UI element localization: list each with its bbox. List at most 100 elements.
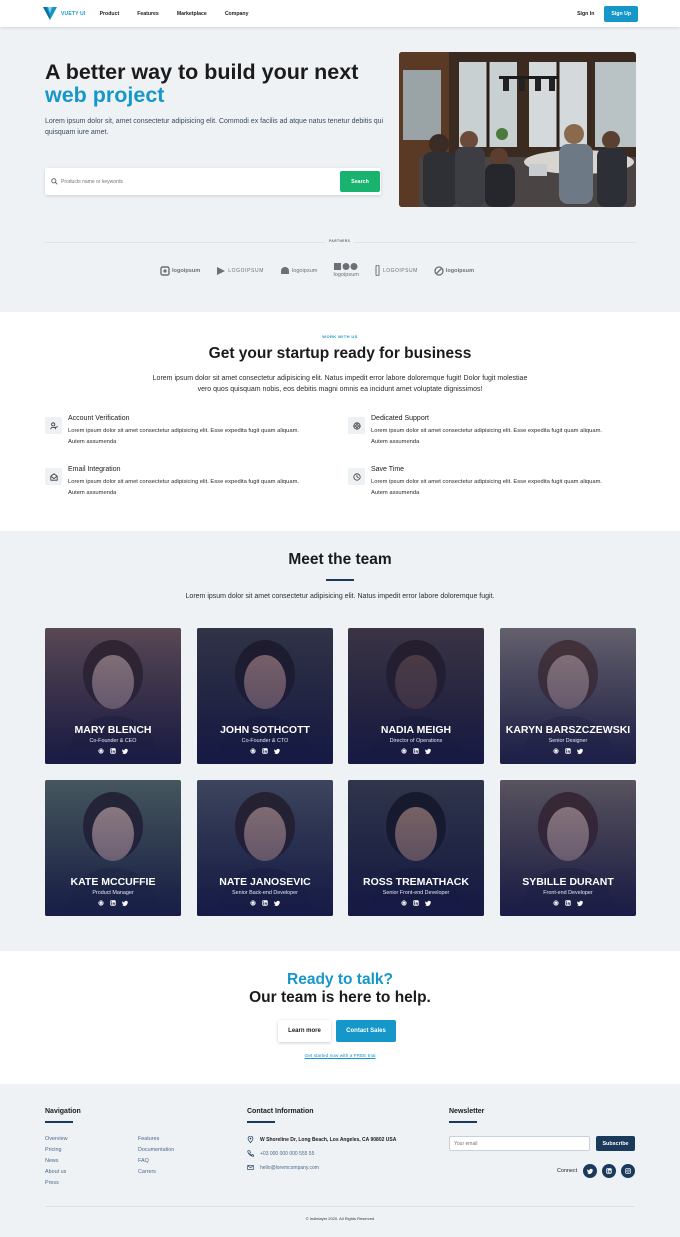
- partner-logo-6: logoipsum: [434, 265, 474, 276]
- footer-link-faq[interactable]: FAQ: [138, 1158, 174, 1164]
- github-icon[interactable]: [250, 900, 256, 906]
- team-member-social: [45, 900, 181, 906]
- triangle-logo-icon: [217, 266, 226, 275]
- twitter-icon: [587, 1168, 593, 1174]
- hero-office-photo: [399, 52, 636, 207]
- feature-desc: Lorem ipsum dolor sit amet consectetur a…: [371, 428, 603, 445]
- support-icon: [348, 417, 365, 434]
- linkedin-icon[interactable]: [565, 900, 571, 906]
- partners-label: PARTNERS: [325, 239, 355, 243]
- team-member-role: Senior Designer: [548, 738, 588, 744]
- team-member-role: Director of Operations: [389, 738, 443, 744]
- linkedin-icon[interactable]: [262, 900, 268, 906]
- github-icon[interactable]: [553, 900, 559, 906]
- nav-item-company[interactable]: Company: [225, 11, 249, 17]
- footer-link-documentation[interactable]: Documentation: [138, 1147, 174, 1153]
- github-icon[interactable]: [98, 900, 104, 906]
- partner-logo-4: logoipsum: [333, 263, 359, 278]
- twitter-icon[interactable]: [122, 900, 128, 906]
- linkedin-icon[interactable]: [565, 748, 571, 754]
- footer-link-pricing[interactable]: Pricing: [45, 1147, 67, 1153]
- search-button[interactable]: Search: [340, 171, 380, 192]
- team-member-info: NATE JANOSEVIC Senior Back-end Developer: [197, 876, 333, 906]
- footer-email[interactable]: hello@loremcompany.com: [247, 1164, 319, 1171]
- instagram-icon: [625, 1168, 631, 1174]
- twitter-icon[interactable]: [122, 748, 128, 754]
- newsletter-email-input[interactable]: [449, 1136, 590, 1151]
- footer-phone[interactable]: +03 000 000 000 555 55: [247, 1150, 314, 1157]
- blocks-logo-icon: [334, 263, 358, 270]
- hero-description: Lorem ipsum dolor sit, amet consectetur …: [45, 118, 384, 136]
- team-title-underline: [326, 579, 354, 581]
- github-icon[interactable]: [553, 748, 559, 754]
- twitter-icon[interactable]: [577, 900, 583, 906]
- nav-item-marketplace[interactable]: Marketplace: [177, 11, 207, 17]
- footer-link-news[interactable]: News: [45, 1158, 67, 1164]
- brand-name: VUETY UI: [61, 10, 86, 17]
- footer-link-features[interactable]: Features: [138, 1136, 174, 1142]
- github-icon[interactable]: [250, 748, 256, 754]
- learn-more-button[interactable]: Learn more: [278, 1020, 331, 1042]
- subscribe-button[interactable]: Subscribe: [596, 1136, 635, 1151]
- partner-logo-1: logoipsum: [160, 265, 200, 276]
- team-member-role: Front-end Developer: [543, 890, 593, 896]
- twitter-icon[interactable]: [425, 900, 431, 906]
- footer-link-overview[interactable]: Overview: [45, 1136, 67, 1142]
- twitter-icon[interactable]: [274, 748, 280, 754]
- github-icon[interactable]: [401, 900, 407, 906]
- nav-item-features[interactable]: Features: [137, 11, 159, 17]
- github-icon[interactable]: [401, 748, 407, 754]
- team-member-info: KATE MCCUFFIE Product Manager: [45, 876, 181, 906]
- cta-heading-accent: Ready to talk?: [287, 971, 393, 988]
- github-icon[interactable]: [98, 748, 104, 754]
- team-member-info: MARY BLENCH Co-Founder & CEO: [45, 724, 181, 754]
- main-nav: Product Features Marketplace Company: [100, 11, 249, 17]
- linkedin-icon[interactable]: [262, 748, 268, 754]
- twitter-icon[interactable]: [274, 900, 280, 906]
- feature-save-time: Save Time Lorem ipsum dolor sit amet con…: [348, 466, 618, 498]
- linkedin-icon[interactable]: [413, 748, 419, 754]
- location-pin-icon: [247, 1136, 254, 1143]
- account-verification-icon: [45, 417, 62, 434]
- search-input[interactable]: [61, 178, 340, 185]
- footer-link-carrers[interactable]: Carrers: [138, 1169, 174, 1175]
- team-description: Lorem ipsum dolor sit amet consectetur a…: [185, 593, 495, 600]
- brand-logo[interactable]: VUETY UI: [43, 7, 86, 20]
- twitter-icon[interactable]: [577, 748, 583, 754]
- linkedin-icon: [606, 1168, 612, 1174]
- header-actions: Sign In Sign Up: [577, 5, 638, 22]
- twitter-icon[interactable]: [425, 748, 431, 754]
- email-integration-icon: [45, 468, 62, 485]
- contact-sales-button[interactable]: Contact Sales: [336, 1020, 396, 1042]
- team-member-role: Product Manager: [92, 890, 134, 896]
- nav-item-product[interactable]: Product: [100, 11, 120, 17]
- footer-nav-col2: Features Documentation FAQ Carrers: [138, 1136, 174, 1175]
- footer-link-press[interactable]: Press: [45, 1180, 67, 1186]
- team-member-social: [500, 900, 636, 906]
- team-member-card: JOHN SOTHCOTT Co-Founder & CTO: [197, 628, 333, 764]
- footer-link-about[interactable]: About us: [45, 1169, 67, 1175]
- feature-dedicated-support: Dedicated Support Lorem ipsum dolor sit …: [348, 415, 618, 447]
- linkedin-icon[interactable]: [413, 900, 419, 906]
- linkedin-icon[interactable]: [110, 900, 116, 906]
- team-member-card: NATE JANOSEVIC Senior Back-end Developer: [197, 780, 333, 916]
- team-member-role: Senior Back-end Developer: [232, 890, 298, 896]
- hero-search: Search: [45, 168, 381, 195]
- linkedin-button[interactable]: [602, 1164, 616, 1178]
- team-member-role: Co-Founder & CTO: [241, 738, 289, 744]
- cta-section: Ready to talk? Our team is here to help.…: [0, 951, 680, 1084]
- free-trial-link[interactable]: Get started now with a FREE trial: [0, 1054, 680, 1059]
- partner-logo-2: LOGOIPSUM: [216, 266, 264, 276]
- sign-in-link[interactable]: Sign In: [577, 11, 594, 17]
- twitter-button[interactable]: [583, 1164, 597, 1178]
- sign-up-button[interactable]: Sign Up: [604, 5, 638, 22]
- team-member-role: Co-Founder & CEO: [89, 738, 137, 744]
- team-section: Meet the team Lorem ipsum dolor sit amet…: [0, 531, 680, 951]
- vuetify-logo-icon: [43, 7, 57, 20]
- top-navbar: VUETY UI Product Features Marketplace Co…: [0, 0, 680, 27]
- partner-logos: logoipsum LOGOIPSUM logoipsum logoipsum …: [160, 263, 474, 278]
- instagram-button[interactable]: [621, 1164, 635, 1178]
- linkedin-icon[interactable]: [110, 748, 116, 754]
- clock-icon: [348, 468, 365, 485]
- team-member-name: SYBILLE DURANT: [522, 876, 614, 888]
